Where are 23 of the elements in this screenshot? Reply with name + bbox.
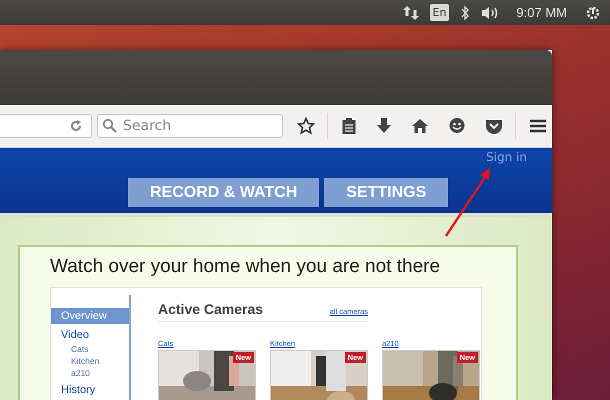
clock[interactable]: 9:07 MM: [516, 5, 567, 20]
annotation-arrow: [443, 166, 493, 238]
headline: Watch over your home when you are not there: [50, 256, 442, 278]
clipboard-icon[interactable]: [341, 117, 357, 135]
pocket-icon[interactable]: [485, 117, 503, 135]
menu-icon[interactable]: [529, 118, 547, 134]
section-title: Active Cameras: [158, 301, 264, 317]
reload-icon[interactable]: [69, 119, 83, 133]
sidebar-subitem[interactable]: a210: [51, 367, 129, 379]
keyboard-layout-indicator[interactable]: En: [430, 4, 450, 21]
sidebar-subitem[interactable]: Kitchen: [51, 355, 129, 367]
download-icon[interactable]: [376, 117, 392, 135]
sidebar-item[interactable]: Video: [51, 327, 129, 343]
address-field[interactable]: [0, 114, 92, 138]
smiley-icon[interactable]: [448, 117, 466, 135]
sidebar-item[interactable]: History: [51, 382, 129, 398]
search-field[interactable]: Search: [97, 114, 283, 138]
bluetooth-icon[interactable]: [460, 4, 470, 20]
home-icon[interactable]: [411, 117, 429, 135]
sidebar-subitem[interactable]: Cats: [51, 343, 129, 355]
network-icon[interactable]: [402, 4, 418, 20]
sign-in-link[interactable]: Sign in: [486, 150, 527, 164]
star-icon[interactable]: [297, 117, 315, 135]
